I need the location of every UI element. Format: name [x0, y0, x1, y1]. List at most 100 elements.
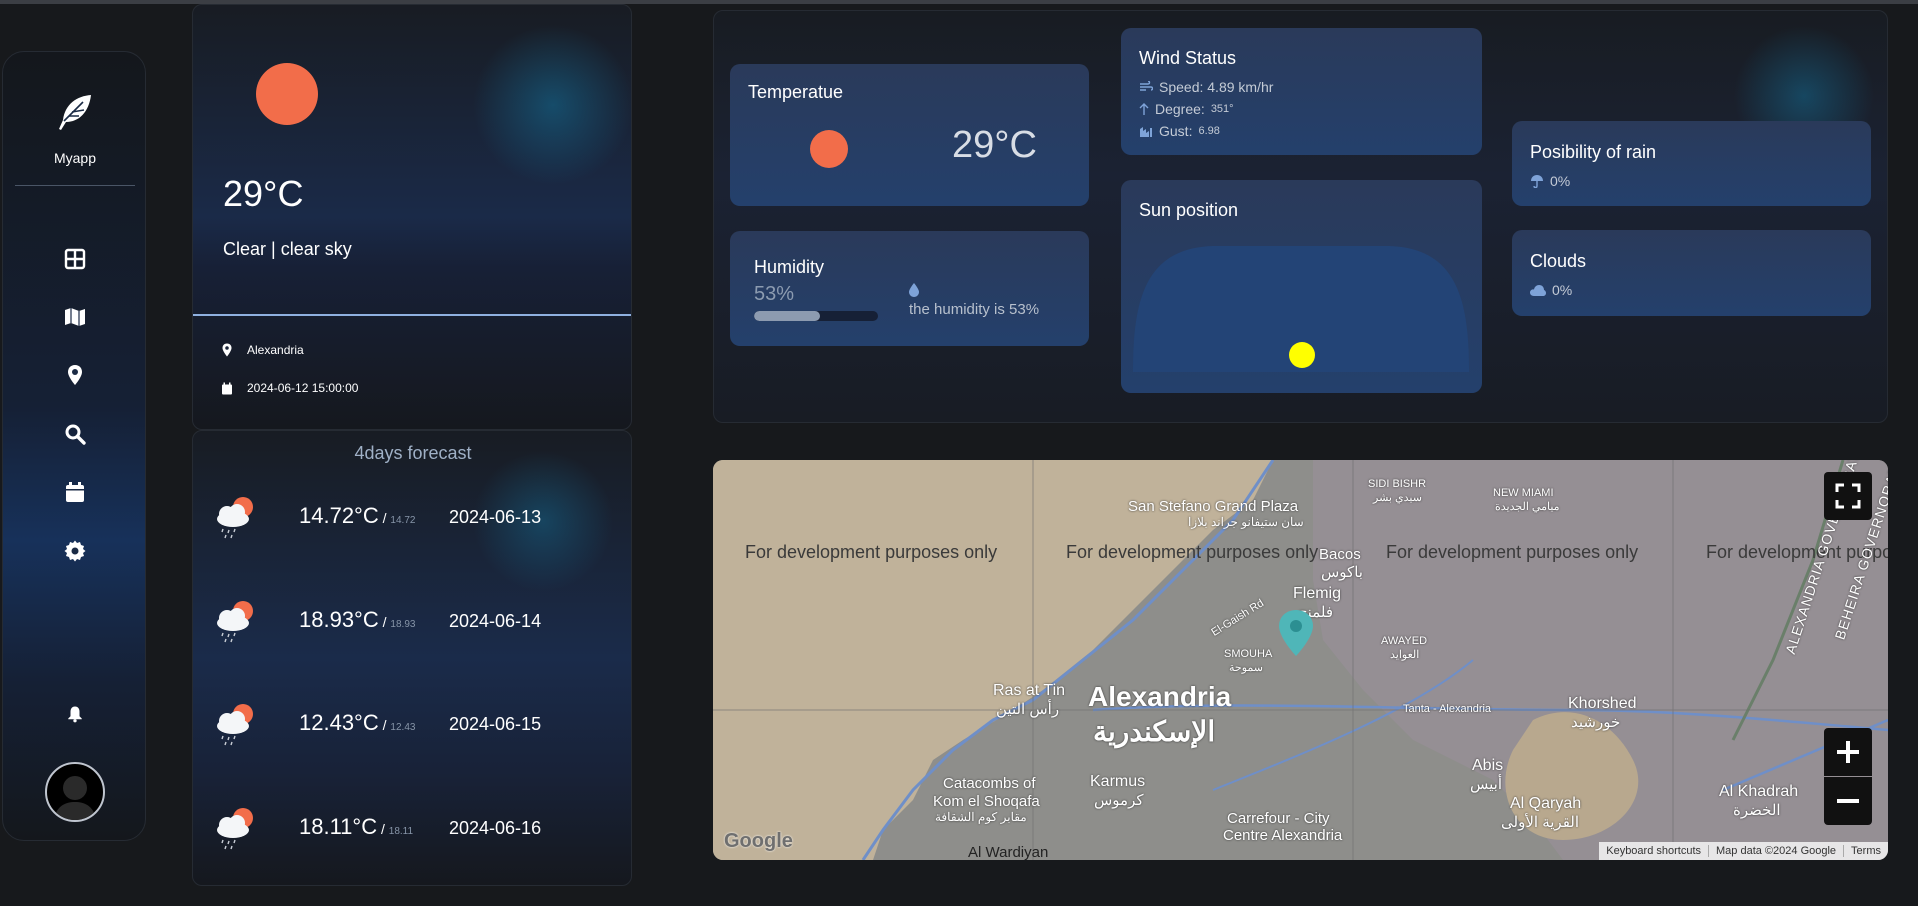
fullscreen-icon	[1835, 483, 1861, 509]
map-label: SMOUHA	[1224, 648, 1273, 660]
map-label: Khorshed	[1568, 695, 1637, 712]
forecast-date: 2024-06-14	[449, 611, 542, 631]
map-label: Kom el Shoqafa	[933, 793, 1040, 810]
forecast-temp-value: 18.11°C	[299, 814, 378, 839]
rain-value-row: 0%	[1530, 173, 1570, 189]
wind-icon	[1140, 81, 1153, 91]
map-label: رأس التين	[996, 701, 1060, 718]
user-avatar[interactable]	[45, 762, 105, 822]
forecast-row: 18.11°C / 18.11 2024-06-16	[211, 804, 611, 854]
wind-speed-text: Speed: 4.89 km/hr	[1159, 79, 1274, 95]
rain-tile: Posibility of rain 0%	[1512, 121, 1871, 206]
gust-icon	[1140, 127, 1152, 137]
forecast-temp-value: 14.72°C	[299, 503, 379, 528]
bell-icon[interactable]	[66, 705, 84, 723]
humidity-note: the humidity is 53%	[909, 301, 1040, 318]
user-silhouette-icon	[53, 776, 97, 820]
keyboard-shortcuts-link[interactable]: Keyboard shortcuts	[1599, 845, 1708, 857]
location-pin-icon	[222, 343, 232, 357]
datetime-row: 2024-06-12 15:00:00	[221, 381, 358, 395]
forecast-temp-small: 12.43	[390, 722, 416, 733]
weather-description: Clear | clear sky	[223, 239, 352, 259]
humidity-bar-fill	[754, 311, 820, 321]
map-label: باكوس	[1321, 564, 1363, 581]
cloud-rain-sun-icon	[217, 601, 253, 643]
location-name: Alexandria	[247, 343, 304, 357]
forecast-temp: 18.93°C / 18.93	[299, 607, 416, 632]
minus-icon	[1837, 799, 1859, 803]
map-label: أبيس	[1470, 776, 1502, 793]
cloud-rain-sun-icon	[217, 808, 253, 850]
cloud-rain-sun-icon	[217, 704, 253, 746]
cloud-icon	[1530, 284, 1546, 296]
map-label: Karmus	[1090, 773, 1146, 790]
forecast-temp: 14.72°C / 14.72	[299, 503, 416, 528]
forecast-temp: 12.43°C / 12.43	[299, 710, 416, 735]
current-weather-card: 29°C Clear | clear sky Alexandria 2024-0…	[192, 4, 632, 430]
map-icon[interactable]	[63, 305, 87, 329]
forecast-row: 12.43°C / 12.43 2024-06-15	[211, 700, 611, 750]
dev-watermark: For development purposes only	[1386, 542, 1639, 562]
map-label: Ras at Tin	[993, 682, 1066, 699]
highlights-panel: Temperatue 29°C Humidity 53% the humidit…	[713, 10, 1888, 423]
sun-position-tile: Sun position	[1121, 180, 1482, 393]
wind-degree-value: 351°	[1210, 103, 1234, 115]
clouds-value-row: 0%	[1530, 282, 1572, 298]
sun-icon	[256, 63, 318, 125]
map-footer: Keyboard shortcuts Map data ©2024 Google…	[1599, 842, 1888, 860]
map-view[interactable]: For development purposes only For develo…	[713, 460, 1888, 860]
wind-gust-value: 6.98	[1198, 125, 1220, 137]
plus-icon	[1837, 741, 1859, 763]
forecast-row: 14.72°C / 14.72 2024-06-13	[211, 493, 611, 543]
map-label: سيدي بشر	[1373, 492, 1422, 504]
location-row: Alexandria	[221, 343, 304, 357]
forecast-temp-value: 12.43°C	[299, 710, 379, 735]
zoom-in-button[interactable]	[1824, 728, 1872, 776]
map-label: SIDI BISHR	[1368, 478, 1427, 490]
calendar-icon	[222, 382, 232, 394]
map-label: San Stefano Grand Plaza	[1128, 498, 1299, 515]
wind-degree-label: Degree:	[1155, 101, 1205, 117]
card-divider	[193, 314, 631, 316]
wind-status-tile: Wind Status Speed: 4.89 km/hr Degree: 35…	[1121, 28, 1482, 155]
humidity-bar	[754, 311, 878, 321]
humidity-value: 53%	[754, 283, 795, 305]
google-logo[interactable]: Google	[724, 830, 793, 853]
sidebar: Myapp	[2, 51, 146, 841]
map-label: Carrefour - City	[1227, 810, 1330, 827]
arrow-up-icon	[1139, 103, 1149, 115]
terms-link[interactable]: Terms	[1843, 845, 1888, 857]
map-label: ميامي الجديدة	[1495, 501, 1560, 513]
map-label: سموحة	[1229, 662, 1263, 674]
map-label: Al Qaryah	[1510, 795, 1582, 812]
fullscreen-button[interactable]	[1824, 472, 1872, 520]
umbrella-icon	[1531, 174, 1543, 188]
location-pin-icon[interactable]	[63, 363, 87, 387]
map-label: الخضرة	[1733, 802, 1781, 819]
rain-title: Posibility of rain	[1530, 142, 1657, 162]
search-icon[interactable]	[63, 422, 87, 446]
map-label: Centre Alexandria	[1223, 827, 1343, 844]
dashboard-icon[interactable]	[63, 247, 87, 271]
map-marker-icon[interactable]	[1279, 610, 1313, 656]
map-label: Tanta - Alexandria	[1403, 703, 1492, 715]
dev-watermark: For development purposes only	[745, 542, 998, 562]
forecast-temp-small: 18.93	[390, 619, 416, 630]
map-label: العوايد	[1390, 649, 1420, 661]
clouds-title: Clouds	[1530, 251, 1587, 271]
calendar-icon[interactable]	[63, 480, 87, 504]
zoom-out-button[interactable]	[1824, 777, 1872, 825]
map-label: Al Wardiyan	[968, 844, 1049, 860]
sun-position-title: Sun position	[1139, 200, 1239, 220]
map-label: سان ستيفانو جراند بلازا	[1188, 515, 1304, 529]
forecast-card: 4days forecast 14.72°C / 14.72 2024-06-1…	[192, 430, 632, 886]
gear-icon[interactable]	[63, 539, 87, 563]
temperature-value: 29°C	[952, 124, 1037, 166]
sun-marker-icon	[1289, 342, 1315, 368]
map-label: خورشيد	[1571, 714, 1621, 731]
temperature-tile: Temperatue 29°C	[730, 64, 1089, 206]
wind-gust: Gust: 6.98	[1139, 123, 1220, 139]
forecast-date: 2024-06-15	[449, 714, 542, 734]
feather-logo-icon[interactable]	[55, 92, 95, 132]
map-label: القرية الأولى	[1501, 814, 1580, 831]
